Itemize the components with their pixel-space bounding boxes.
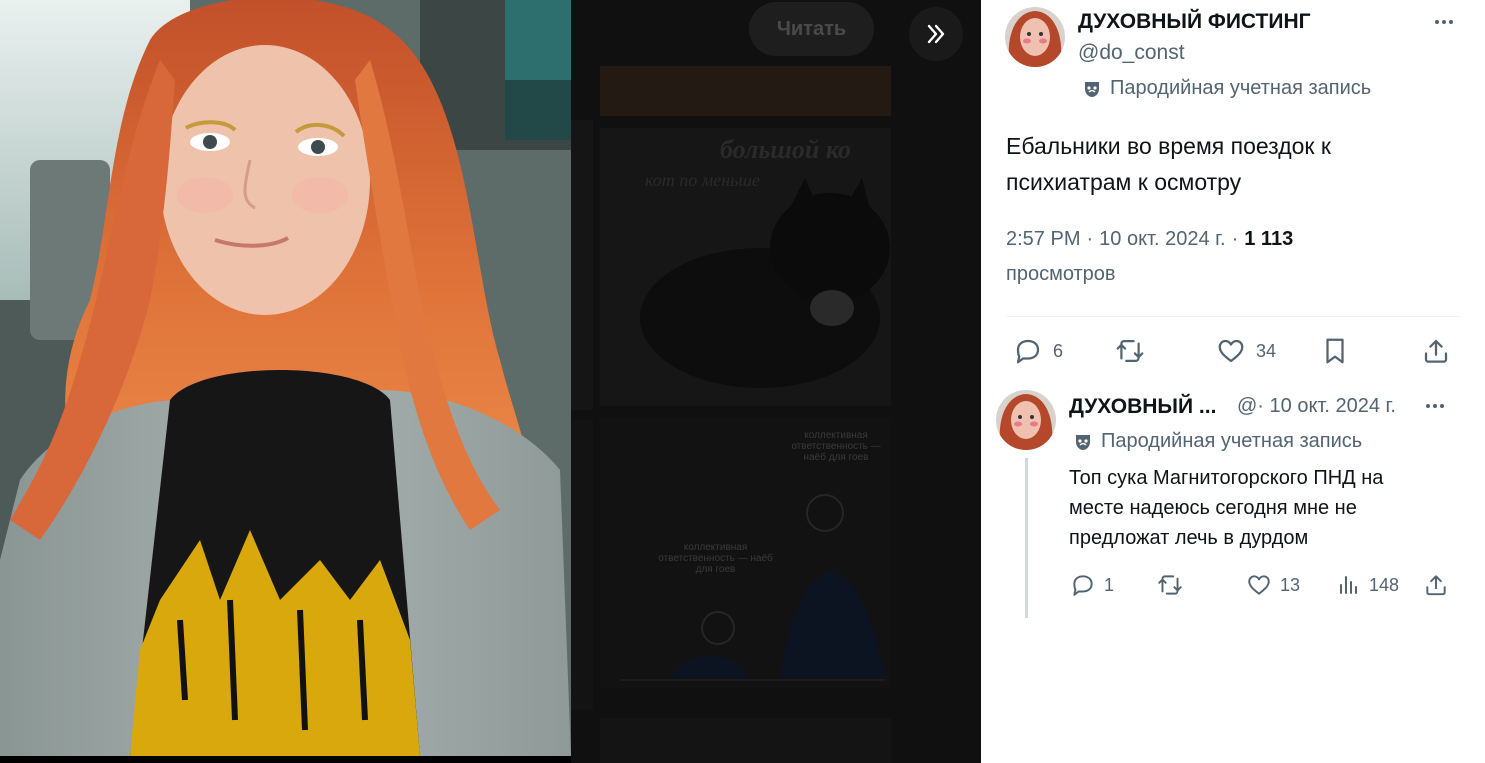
reply-text-line-2: месте надеюсь сегодня мне не — [1069, 497, 1357, 519]
reply-parody-label: Пародийная учетная запись — [1073, 430, 1362, 453]
svg-text:большой ко: большой ко — [720, 135, 851, 164]
reply-author-avatar[interactable] — [996, 390, 1056, 450]
dimmed-background-page: большой ко кот по меньше коллективная от… — [571, 0, 981, 763]
meme-label-left: коллективная ответственность — наёб для … — [658, 542, 773, 575]
reply-text-line-3: предложат лечь в дурдом — [1069, 527, 1309, 549]
reply-count: 6 — [1053, 340, 1064, 361]
read-button[interactable]: Читать — [749, 2, 874, 56]
divider — [1006, 316, 1460, 317]
retweet-icon — [1158, 575, 1182, 595]
reply-icon — [1073, 575, 1093, 596]
mask-icon — [1085, 81, 1099, 97]
reply-share-button[interactable] — [1423, 572, 1449, 598]
bookmark-button[interactable] — [1322, 336, 1348, 366]
views-count: 1 113 — [1244, 228, 1294, 250]
share-icon — [1426, 575, 1446, 596]
like-button[interactable]: 34 — [1216, 336, 1276, 366]
bookmark-icon — [1326, 338, 1344, 364]
views-label: просмотров — [1006, 263, 1116, 285]
tweet-photo — [0, 0, 571, 756]
retweet-icon — [1116, 340, 1144, 362]
author-name[interactable]: ДУХОВНЫЙ ФИСТИНГ — [1078, 10, 1311, 34]
reply-handle-date[interactable]: @· 10 окт. 2024 г. — [1237, 395, 1396, 418]
tweet-time[interactable]: 2:57 PM — [1006, 228, 1080, 251]
reply-more-options-button[interactable] — [1426, 404, 1444, 408]
mask-icon — [1076, 434, 1090, 450]
reply-reply-button[interactable]: 1 — [1070, 572, 1114, 598]
svg-text:кот по меньше: кот по меньше — [645, 170, 760, 190]
share-icon — [1424, 339, 1448, 363]
reply-icon — [1016, 339, 1040, 364]
tweet-date[interactable]: 10 окт. 2024 г. — [1099, 228, 1225, 251]
tweet-meta: 2:57 PM · 10 окт. 2024 г. · 1 113 — [1006, 228, 1293, 251]
more-icon — [1435, 20, 1439, 24]
author-avatar[interactable] — [1005, 7, 1065, 67]
author-handle[interactable]: @do_const — [1078, 41, 1185, 65]
meme-label-top: коллективная ответственность — наёб для … — [791, 430, 881, 463]
like-icon — [1248, 575, 1270, 595]
share-button[interactable] — [1421, 336, 1451, 366]
reply-like-button[interactable]: 13 — [1246, 572, 1300, 598]
meta-separator: · — [1086, 228, 1094, 250]
thread-line — [1025, 458, 1028, 618]
reply-views-count: 148 — [1369, 574, 1400, 595]
parody-label-text: Пародийная учетная запись — [1110, 77, 1372, 99]
tweet-panel: ДУХОВНЫЙ ФИСТИНГ @do_const Пародийная уч… — [981, 0, 1485, 763]
expand-icon — [927, 24, 945, 44]
expand-panel-button[interactable] — [909, 7, 963, 61]
like-count: 34 — [1256, 340, 1277, 361]
background-meme-image: коллективная ответственность — наёб для … — [600, 418, 891, 688]
more-icon — [1426, 404, 1430, 408]
parody-label: Пародийная учетная запись — [1082, 77, 1371, 100]
like-icon — [1218, 339, 1244, 363]
reply-parody-label-text: Пародийная учетная запись — [1101, 430, 1363, 452]
reply-author-name[interactable]: ДУХОВНЫЙ ... — [1069, 395, 1216, 419]
reply-text-line-1: Топ сука Магнитогорского ПНД на — [1069, 467, 1384, 489]
background-cat-image: большой ко кот по меньше — [600, 128, 891, 406]
retweet-button[interactable] — [1114, 336, 1146, 366]
media-viewer: большой ко кот по меньше коллективная от… — [0, 0, 981, 763]
meta-separator: · — [1231, 228, 1239, 250]
tweet-text-line-2: психиатрам к осмотру — [1006, 169, 1242, 195]
reply-retweet-button[interactable] — [1156, 572, 1184, 598]
views-icon — [1340, 576, 1357, 594]
tweet-text-line-1: Ебальники во время поездок к — [1006, 133, 1331, 159]
reply-views-button[interactable]: 148 — [1337, 572, 1399, 598]
reply-reply-count: 1 — [1104, 574, 1115, 595]
more-options-button[interactable] — [1435, 20, 1453, 24]
reply-like-count: 13 — [1280, 574, 1301, 595]
reply-button[interactable]: 6 — [1013, 336, 1063, 366]
